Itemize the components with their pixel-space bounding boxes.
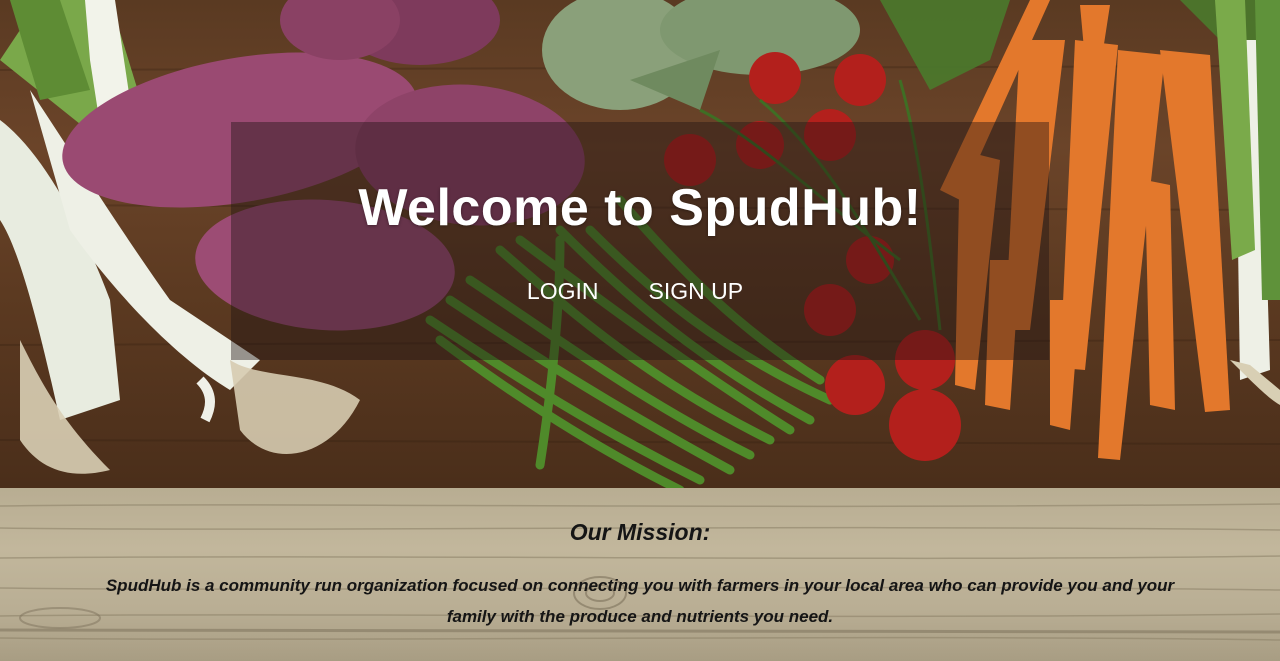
hero-nav: LOGIN SIGN UP — [231, 278, 1049, 305]
signup-link[interactable]: SIGN UP — [649, 278, 744, 305]
hero-overlay-panel — [231, 122, 1049, 360]
hero-title: Welcome to SpudHub! — [358, 179, 922, 237]
page: Welcome to SpudHub! LOGIN SIGN UP Our Mi — [0, 0, 1280, 661]
mission-section: Our Mission: SpudHub is a community run … — [0, 488, 1280, 661]
mission-heading: Our Mission: — [569, 519, 711, 545]
mission-description: SpudHub is a community run organization … — [105, 576, 1175, 626]
hero-section: Welcome to SpudHub! LOGIN SIGN UP — [0, 0, 1280, 488]
login-link[interactable]: LOGIN — [527, 278, 599, 305]
